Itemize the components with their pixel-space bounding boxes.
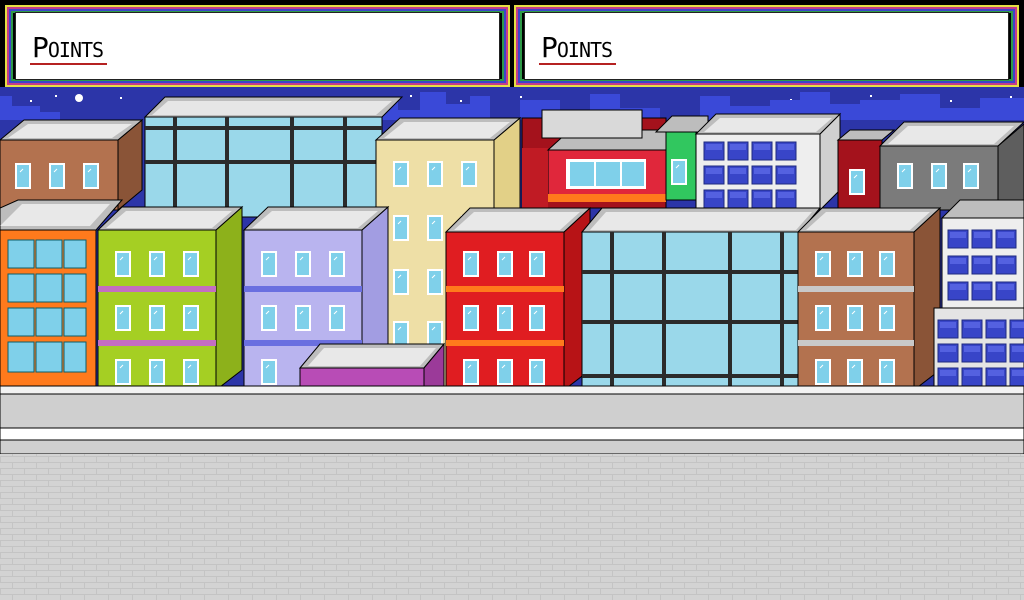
player2-score-box: Points — [524, 12, 1009, 80]
player1-points-label: Points — [30, 33, 108, 65]
brown-front-building — [796, 206, 942, 392]
blue-window-building — [933, 199, 1024, 391]
brick-ground — [0, 454, 1024, 600]
glass-front-building — [580, 207, 822, 391]
road — [0, 427, 1024, 455]
brown-building — [0, 118, 144, 212]
gray-building — [878, 121, 1024, 211]
white-office-building — [694, 112, 842, 212]
red-front-building — [444, 206, 592, 392]
player1-score-panel: Points — [5, 5, 510, 87]
sidewalk — [0, 385, 1024, 429]
player2-score-panel: Points — [514, 5, 1019, 87]
purple-building — [298, 342, 446, 391]
game-scene — [0, 87, 1024, 600]
player1-score-box: Points — [15, 12, 500, 80]
player2-points-label: Points — [539, 33, 617, 65]
glass-tower — [143, 96, 404, 218]
red-building — [521, 109, 667, 209]
lime-building — [96, 205, 244, 392]
